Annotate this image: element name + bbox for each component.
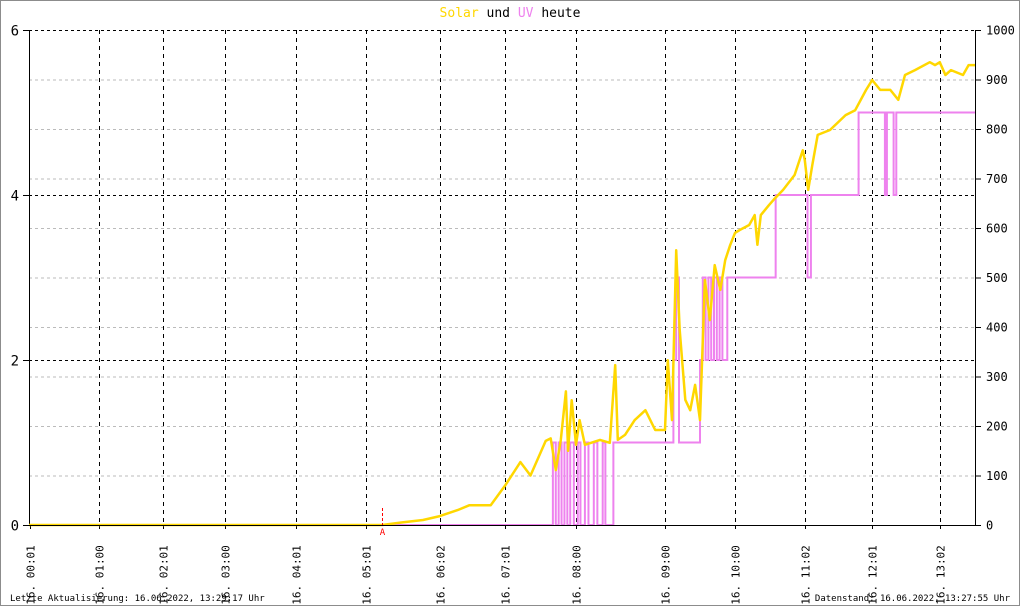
x-tick-label: 16. 11:02 — [800, 545, 813, 605]
right-tick-label: 1000 — [986, 24, 1015, 38]
right-tick-label: 600 — [986, 222, 1008, 236]
data-timestamp-text: Datenstand: 16.06.2022, 13:27:55 Uhr — [814, 594, 1010, 604]
right-tick-label: 200 — [986, 420, 1008, 434]
left-tick-label: 2 — [11, 354, 19, 370]
chart-panel: Solar und UV heute 0 100 200 300 400 500 600 70… — [0, 0, 1020, 606]
uv-series-line — [29, 111, 975, 526]
right-tick-label: 800 — [986, 123, 1008, 137]
right-tick-label: 900 — [986, 73, 1008, 87]
x-tick-label: 16. 08:00 — [571, 545, 584, 605]
x-tick-label: 16. 07:01 — [500, 545, 513, 605]
right-tick-label: 400 — [986, 321, 1008, 335]
x-tick-label: 16. 09:00 — [660, 545, 673, 605]
marker-label: A — [380, 528, 386, 538]
x-tick-label: 16. 06:02 — [435, 545, 448, 605]
x-tick-label: 16. 05:01 — [361, 545, 374, 605]
right-tick-label: 100 — [986, 469, 1008, 483]
x-tick-label: 16. 04:01 — [291, 545, 304, 605]
right-tick-label: 700 — [986, 172, 1008, 186]
plot-area: 0 100 200 300 400 500 600 700 800 900 1000 0 2 4 6 16. … — [11, 24, 1015, 605]
right-tick-label: 500 — [986, 271, 1008, 285]
x-tick-label: 16. 10:00 — [730, 545, 743, 605]
right-tick-label: 0 — [986, 519, 993, 533]
left-tick-label: 6 — [11, 24, 19, 40]
right-tick-label: 300 — [986, 370, 1008, 384]
left-tick-label: 0 — [11, 519, 19, 535]
last-update-text: Letzte Aktualisierung: 16.06.2022, 13:29… — [10, 594, 265, 604]
solar-series-line — [29, 60, 975, 527]
left-tick-label: 4 — [11, 189, 19, 205]
